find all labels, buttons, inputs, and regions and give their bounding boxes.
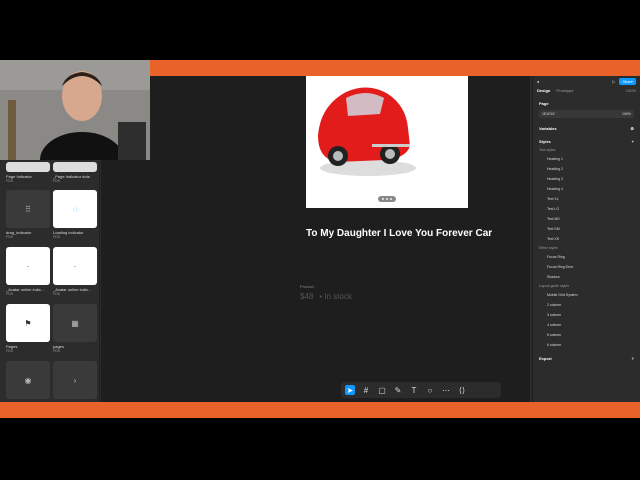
add-style-icon[interactable]: + [632, 139, 634, 144]
asset-library: FDS [6, 235, 13, 239]
asset-thumbnail: › [53, 361, 97, 399]
text-style-item[interactable]: Heading 3 [533, 174, 640, 184]
asset-thumbnail [53, 162, 97, 172]
tab-prototype[interactable]: Prototype [556, 88, 573, 93]
asset-card[interactable]: › [53, 361, 97, 399]
asset-library: FDS [53, 292, 60, 296]
effect-style-item[interactable]: Shadow [533, 272, 640, 282]
text-style-item[interactable]: Text LG [533, 204, 640, 214]
grid-icon: ▦ [53, 304, 97, 342]
effect-styles-label: Effect styles [539, 246, 558, 250]
asset-card[interactable]: ◌ Loading indicator FDS [53, 190, 97, 239]
webcam-overlay [0, 60, 150, 160]
panel-header: ● ▷ Share [533, 76, 640, 86]
screen: Page Indicator FDS _Page Indicator dots … [0, 0, 640, 480]
asset-card[interactable]: ◉ [6, 361, 50, 399]
asset-library: FDS [53, 179, 60, 183]
page-color-value[interactable]: 1E1E1E [542, 112, 555, 116]
move-tool-icon[interactable]: ➤ [345, 385, 355, 395]
drag-handle-icon: ⠿ [6, 190, 50, 228]
styles-label: Styles [539, 139, 551, 144]
present-icon[interactable]: ▷ [612, 79, 615, 84]
panel-tabs: Design Prototype 100% [533, 86, 640, 95]
flag-icon: ⚑ [6, 304, 50, 342]
text-style-item[interactable]: Text XS [533, 234, 640, 244]
carousel-dots[interactable] [378, 196, 396, 202]
export-label: Export [539, 356, 552, 361]
asset-card[interactable]: · _Avatar online indic... FDS [6, 247, 50, 296]
styles-section: Styles + [533, 137, 640, 146]
properties-panel: ● ▷ Share Design Prototype 100% Page 1E1… [532, 76, 640, 402]
asset-library: FDS [6, 179, 13, 183]
frame-tool-icon[interactable]: # [361, 385, 371, 395]
asset-thumbnail: · [6, 247, 50, 285]
text-tool-icon[interactable]: T [409, 385, 419, 395]
pen-tool-icon[interactable]: ✎ [393, 385, 403, 395]
presenter-video [0, 60, 150, 160]
price-value: $48 [300, 292, 314, 301]
avatar[interactable]: ● [537, 79, 539, 84]
asset-library: FDS [6, 292, 13, 296]
effect-style-item[interactable]: Focus Ring [533, 252, 640, 262]
price-row: $48 • In stock [300, 292, 352, 301]
asset-library: FDS [6, 349, 13, 353]
layout-style-item[interactable]: Mobile Grid System [533, 290, 640, 300]
design-canvas[interactable]: To My Daughter I Love You Forever Car Pr… [101, 76, 530, 402]
text-style-item[interactable]: Text SM [533, 224, 640, 234]
export-section[interactable]: Export? [533, 354, 640, 363]
actions-icon[interactable]: ⋯ [441, 385, 451, 395]
asset-card[interactable]: ⠿ drag_indicator FDS [6, 190, 50, 239]
asset-thumbnail: · [53, 247, 97, 285]
layout-style-item[interactable]: 5 column [533, 330, 640, 340]
price-label: Product [300, 284, 314, 289]
layout-style-item[interactable]: 3 column [533, 310, 640, 320]
text-style-item[interactable]: Text MD [533, 214, 640, 224]
help-icon[interactable]: ? [632, 356, 634, 361]
shape-tool-icon[interactable]: ▢ [377, 385, 387, 395]
layout-style-item[interactable]: 2 column [533, 300, 640, 310]
text-style-item[interactable]: Text XL [533, 194, 640, 204]
bottom-bar-decoration [0, 402, 640, 418]
asset-card[interactable]: ▦ pages FDS [53, 304, 97, 353]
product-title: To My Daughter I Love You Forever Car [306, 228, 493, 239]
spinner-icon: ◌ [53, 190, 97, 228]
effect-style-item[interactable]: Focus Ring Error [533, 262, 640, 272]
asset-library: FDS [53, 349, 60, 353]
asset-thumbnail [6, 162, 50, 172]
text-style-item[interactable]: Heading 1 [533, 154, 640, 164]
text-style-item[interactable]: Heading 4 [533, 184, 640, 194]
page-section-title: Page [539, 101, 549, 106]
comment-tool-icon[interactable]: ○ [425, 385, 435, 395]
share-button[interactable]: Share [619, 77, 636, 85]
tab-design[interactable]: Design [537, 88, 550, 93]
variables-section[interactable]: Variables ⚙ [533, 124, 640, 133]
asset-card[interactable]: ⚑ Pages FDS [6, 304, 50, 353]
settings-icon[interactable]: ⚙ [630, 126, 634, 131]
opacity-unit: % [627, 112, 631, 116]
asset-card[interactable]: · _Avatar online indic... FDS [53, 247, 97, 296]
product-image[interactable] [306, 76, 468, 208]
layout-styles-label: Layout guide styles [539, 284, 569, 288]
bottom-toolbar: ➤ # ▢ ✎ T ○ ⋯ ⟨⟩ [341, 382, 501, 398]
text-styles-label: Text styles [539, 148, 556, 152]
layout-style-item[interactable]: 6 column [533, 340, 640, 350]
asset-library: FDS [53, 235, 60, 239]
variables-label: Variables [539, 126, 557, 131]
text-style-item[interactable]: Heading 2 [533, 164, 640, 174]
stock-status: • In stock [319, 292, 352, 301]
layout-style-item[interactable]: 4 column [533, 320, 640, 330]
dev-mode-icon[interactable]: ⟨⟩ [457, 385, 467, 395]
asset-card[interactable]: _Page Indicator dots FDS [53, 162, 97, 183]
asset-thumbnail: ◉ [6, 361, 50, 399]
page-color-field[interactable]: 1E1E1E 100% [539, 110, 634, 118]
car-image [318, 87, 416, 176]
zoom-level[interactable]: 100% [626, 88, 636, 93]
asset-card[interactable]: Page Indicator FDS [6, 162, 50, 183]
